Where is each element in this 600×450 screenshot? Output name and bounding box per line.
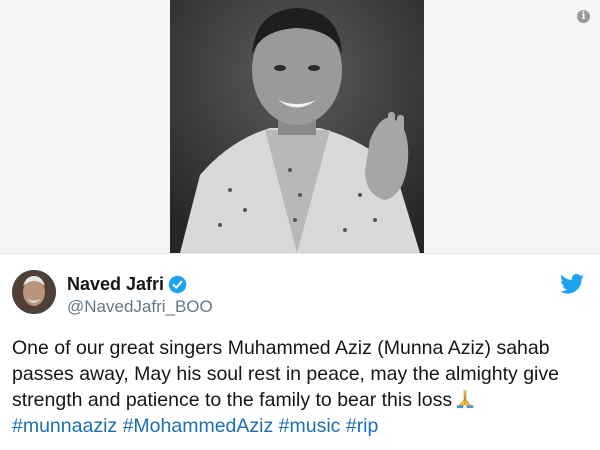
tweet-text-line-content: strength and patience to the family to b… [12, 389, 453, 411]
avatar-image [12, 270, 56, 314]
author-row: Naved Jafri [67, 274, 187, 295]
hashtag-link[interactable]: #munnaaziz [12, 415, 117, 437]
author-handle[interactable]: @NavedJafri_BOO [67, 297, 213, 317]
hashtag-link[interactable]: #MohammedAziz [123, 415, 274, 437]
tweet-text: One of our great singers Muhammed Aziz (… [12, 336, 592, 439]
twitter-bird-icon[interactable] [560, 274, 584, 294]
hashtag-line: #munnaaziz #MohammedAziz #music #rip [12, 414, 592, 440]
media-area: i [0, 0, 600, 253]
tweet-card[interactable]: Naved Jafri @NavedJafri_BOO One of our g… [0, 254, 600, 450]
hashtag-link[interactable]: #rip [346, 415, 379, 437]
avatar[interactable] [12, 270, 56, 314]
hashtag-link[interactable]: #music [279, 415, 341, 437]
tweet-text-line: strength and patience to the family to b… [12, 387, 592, 414]
portrait-photo[interactable] [170, 0, 424, 253]
info-icon[interactable]: i [577, 10, 590, 23]
verified-badge-icon [168, 275, 187, 294]
author-name[interactable]: Naved Jafri [67, 274, 164, 295]
portrait-illustration [170, 0, 424, 253]
folded-hands-icon [456, 389, 474, 409]
tweet-text-line: One of our great singers Muhammed Aziz (… [12, 337, 550, 359]
tweet-text-line: passes away, May his soul rest in peace,… [12, 362, 559, 385]
